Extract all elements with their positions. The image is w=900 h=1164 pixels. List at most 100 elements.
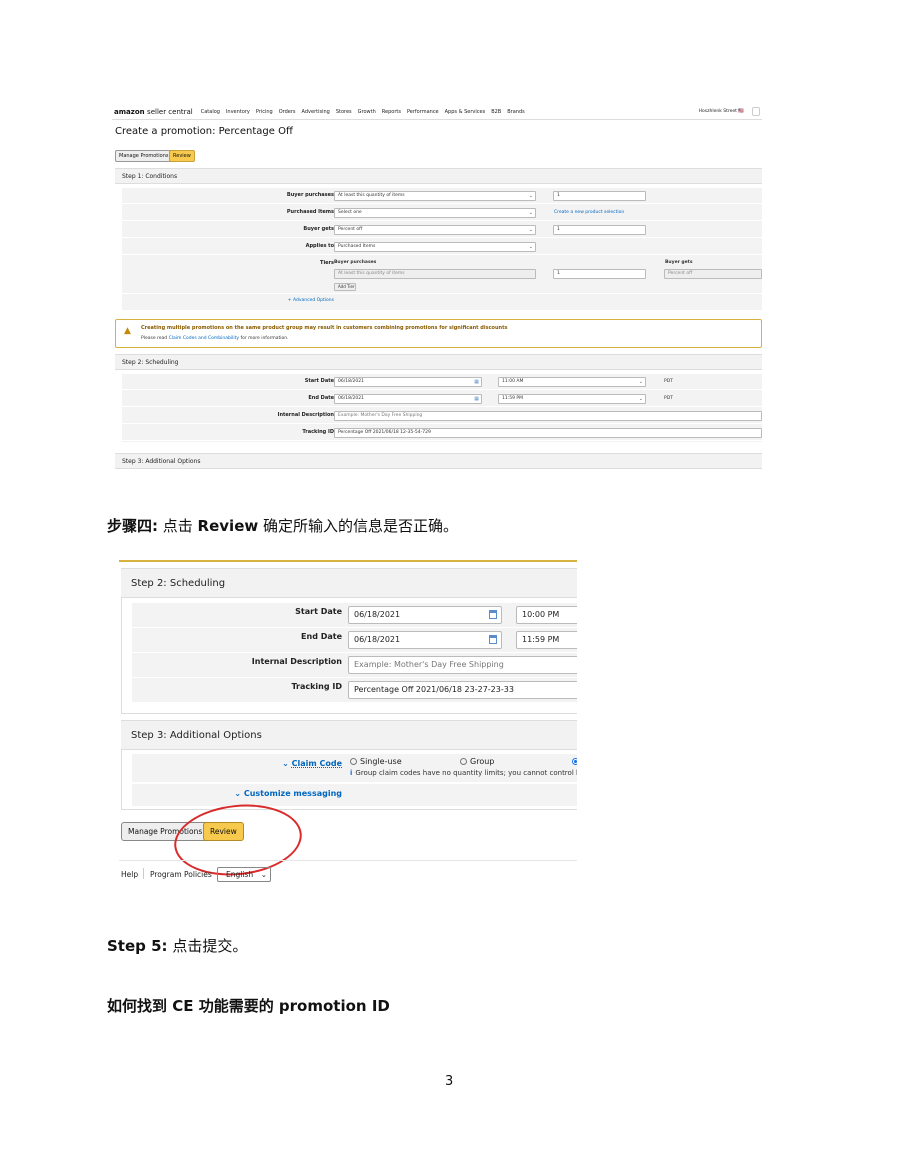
tiers-qty-input[interactable]: 1 xyxy=(553,269,646,279)
account-name[interactable]: Hoszhlenk Street 🇺🇸 xyxy=(699,109,744,114)
purchased-items-label: Purchased Items xyxy=(286,209,334,215)
buyer-purchases-qty-input[interactable]: 1 xyxy=(553,191,646,201)
step4-instruction: 步骤四: 点击 Review 确定所输入的信息是否正确。 xyxy=(107,517,459,535)
advanced-options-link[interactable]: + Advanced Options xyxy=(288,298,334,303)
footer-separator xyxy=(143,868,144,879)
radio-group[interactable]: Group xyxy=(460,757,494,766)
nav-item-reports[interactable]: Reports xyxy=(382,109,401,115)
timezone-label: PDT xyxy=(664,396,673,401)
promotion-id-heading: 如何找到 CE 功能需要的 promotion ID xyxy=(107,997,390,1015)
claim-code-toggle[interactable]: ⌄ Claim Code xyxy=(282,759,342,768)
internal-description-input[interactable]: Example: Mother's Day Free Shipping xyxy=(348,656,577,674)
end-date-label: End Date xyxy=(308,395,334,401)
tiers-row: Tiers Buyer purchases Buyer gets At leas… xyxy=(122,256,762,294)
add-tier-button[interactable]: Add Tier xyxy=(334,283,356,291)
step3-header: Step 3: Additional Options xyxy=(115,453,762,469)
nav-item-catalog[interactable]: Catalog xyxy=(201,109,220,115)
step2-header: Step 2: Scheduling xyxy=(115,354,762,370)
end-date-input[interactable]: 06/18/2021 ▦ xyxy=(334,394,482,404)
chevron-down-icon: ⌄ xyxy=(638,396,643,402)
info-icon: i xyxy=(350,769,353,777)
page-title: Create a promotion: Percentage Off xyxy=(115,126,293,137)
manage-promotions-button[interactable]: Manage Promotions xyxy=(115,150,173,162)
start-date-label: Start Date xyxy=(295,607,342,616)
claim-code-row: ⌄ Claim Code Single-use Group i Group cla… xyxy=(132,754,577,782)
tracking-id-input[interactable]: Percentage Off 2021/06/18 12-35-54-729 xyxy=(334,428,762,438)
start-time-select[interactable]: 11:00 AM ⌄ xyxy=(498,377,646,387)
radio-selected[interactable] xyxy=(572,757,577,766)
tiers-col-buyer-purchases: Buyer purchases xyxy=(334,260,377,265)
radio-icon xyxy=(350,758,357,765)
nav-item-inventory[interactable]: Inventory xyxy=(226,109,250,115)
nav-item-pricing[interactable]: Pricing xyxy=(256,109,273,115)
claim-codes-link[interactable]: Claim Codes and Combinability xyxy=(169,336,239,341)
us-flag-icon: 🇺🇸 xyxy=(738,109,744,114)
applies-to-select[interactable]: Purchased Items ⌄ xyxy=(334,242,536,252)
chevron-down-icon: ⌄ xyxy=(528,227,533,233)
nav-item-stores[interactable]: Stores xyxy=(336,109,352,115)
advanced-options-row: + Advanced Options xyxy=(122,294,762,310)
warning-triangle-icon: ▲ xyxy=(124,326,131,336)
start-time-select[interactable]: 10:00 PM xyxy=(516,606,577,624)
nav-item-orders[interactable]: Orders xyxy=(279,109,296,115)
buyer-purchases-row: Buyer purchases At least this quantity o… xyxy=(122,188,762,204)
calendar-icon[interactable]: ▦ xyxy=(474,378,479,386)
step1-conditions-panel: Buyer purchases At least this quantity o… xyxy=(122,188,762,310)
chevron-down-icon: ⌄ xyxy=(528,193,533,199)
footer-divider xyxy=(119,860,577,861)
review-button[interactable]: Review xyxy=(169,150,195,162)
start-date-label: Start Date xyxy=(304,378,334,384)
warning-subtext: Please read Claim Codes and Combinabilit… xyxy=(141,336,289,341)
tiers-label: Tiers xyxy=(320,260,334,266)
internal-description-row: Internal Description Example: Mother's D… xyxy=(122,408,762,424)
buyer-gets-qty-input[interactable]: 1 xyxy=(553,225,646,235)
calendar-icon[interactable] xyxy=(489,610,497,619)
seller-central-screenshot-zoom: Step 2: Scheduling Start Date 06/18/2021… xyxy=(119,558,577,888)
step2-scheduling-panel: Start Date 06/18/2021 ▦ 11:00 AM ⌄ PDT End… xyxy=(122,374,762,442)
nav-item-apps-services[interactable]: Apps & Services xyxy=(445,109,486,115)
nav-item-advertising[interactable]: Advertising xyxy=(302,109,330,115)
calendar-icon[interactable] xyxy=(489,635,497,644)
chevron-down-icon: ⌄ xyxy=(638,379,643,385)
footer-help-link[interactable]: Help xyxy=(121,870,138,879)
nav-item-growth[interactable]: Growth xyxy=(358,109,376,115)
purchased-items-select[interactable]: Select one ⌄ xyxy=(334,208,536,218)
chevron-down-icon: ⌄ xyxy=(528,210,533,216)
end-time-select[interactable]: 11:59 PM ⌄ xyxy=(498,394,646,404)
nav-item-b2b[interactable]: B2B xyxy=(491,109,501,115)
tracking-id-label: Tracking ID xyxy=(291,682,342,691)
radio-single-use[interactable]: Single-use xyxy=(350,757,402,766)
end-date-input[interactable]: 06/18/2021 xyxy=(348,631,502,649)
nav-item-brands[interactable]: Brands xyxy=(507,109,525,115)
seller-central-screenshot-full: amazon seller central Catalog Inventory … xyxy=(112,100,762,478)
combinability-warning: ▲ Creating multiple promotions on the sa… xyxy=(115,319,762,348)
chevron-down-icon: ⌄ xyxy=(528,244,533,250)
purchased-items-row: Purchased Items Select one ⌄ Create a new… xyxy=(122,205,762,221)
customize-messaging-row: ⌄ Customize messaging xyxy=(132,784,577,806)
step1-header: Step 1: Conditions xyxy=(115,168,762,184)
timezone-label: PDT xyxy=(664,379,673,384)
customize-messaging-toggle[interactable]: ⌄ Customize messaging xyxy=(234,789,342,798)
warning-border-fragment xyxy=(119,560,577,562)
account-menu-box[interactable] xyxy=(752,107,760,116)
tracking-id-row: Tracking ID Percentage Off 2021/06/18 23… xyxy=(132,678,577,702)
amazon-seller-central-logo[interactable]: amazon seller central xyxy=(114,108,193,116)
page-number: 3 xyxy=(445,1074,454,1089)
end-time-select[interactable]: 11:59 PM xyxy=(516,631,577,649)
start-date-input[interactable]: 06/18/2021 ▦ xyxy=(334,377,482,387)
buyer-gets-select[interactable]: Percent off ⌄ xyxy=(334,225,536,235)
step5-instruction: Step 5: 点击提交。 xyxy=(107,937,248,955)
applies-to-label: Applies to xyxy=(305,243,334,249)
footer-program-policies-link[interactable]: Program Policies xyxy=(150,870,212,879)
tracking-id-input[interactable]: Percentage Off 2021/06/18 23-27-23-33 xyxy=(348,681,577,699)
calendar-icon[interactable]: ▦ xyxy=(474,395,479,403)
end-date-label: End Date xyxy=(301,632,342,641)
buyer-purchases-select[interactable]: At least this quantity of items ⌄ xyxy=(334,191,536,201)
start-date-input[interactable]: 06/18/2021 xyxy=(348,606,502,624)
create-product-selection-link[interactable]: Create a new product selection xyxy=(554,210,624,215)
language-select[interactable]: English ⌄ xyxy=(217,867,271,882)
end-date-row: End Date 06/18/2021 ▦ 11:59 PM ⌄ PDT xyxy=(122,391,762,407)
internal-description-input[interactable]: Example: Mother's Day Free Shipping xyxy=(334,411,762,421)
end-date-row: End Date 06/18/2021 11:59 PM xyxy=(132,628,577,652)
nav-item-performance[interactable]: Performance xyxy=(407,109,439,115)
